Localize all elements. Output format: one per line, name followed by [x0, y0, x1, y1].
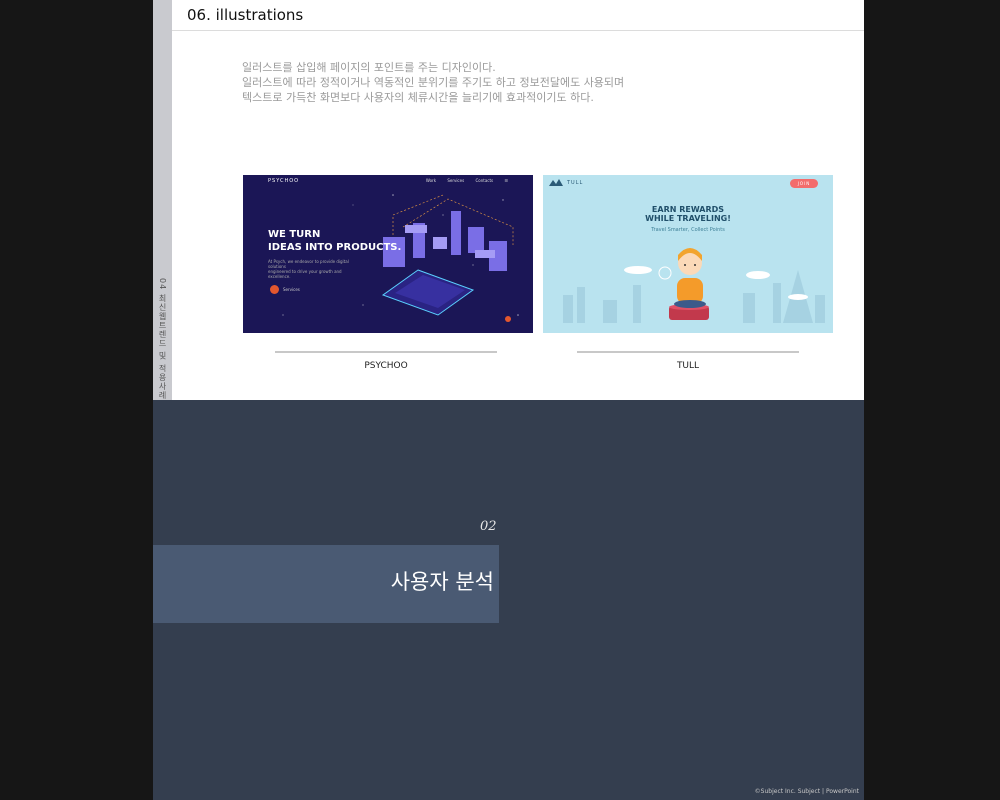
- caption-divider: [577, 351, 799, 353]
- menu-icon: ☰: [504, 178, 508, 183]
- description-line: 일러스트를 삽입해 페이지의 포인트를 주는 디자인이다.: [242, 61, 496, 74]
- psychoo-nav: Work Services Contacts ☰: [416, 178, 508, 183]
- psychoo-subtext: At Psych, we endeavor to provide digital…: [268, 259, 358, 279]
- caption-tull: TULL: [676, 361, 700, 371]
- tull-subtext: Travel Smarter, Collect Points: [651, 227, 725, 233]
- psychoo-subtext-line: At Psych, we endeavor to provide digital…: [268, 259, 349, 269]
- side-label: 04 최신웹트렌드 및 적용사례: [158, 278, 167, 400]
- tull-headline-line: EARN REWARDS: [651, 205, 725, 214]
- page-title: 06. illustrations: [187, 6, 304, 24]
- psychoo-nav-item: Services: [447, 178, 465, 183]
- tull-mountain-logo: [549, 179, 563, 186]
- psychoo-logo: PSYCHOO: [268, 178, 300, 184]
- tull-screenshot: TULL JOIN EARN REWARDS WHILE TRAVELING! …: [543, 175, 833, 333]
- section-number: 02: [480, 519, 497, 534]
- caption-psychoo: PSYCHOO: [364, 361, 408, 371]
- side-strip: 04 최신웹트렌드 및 적용사례: [153, 0, 172, 400]
- description: 일러스트를 삽입해 페이지의 포인트를 주는 디자인이다. 일러스트에 따라 정…: [242, 60, 624, 105]
- psychoo-illustration: [282, 194, 519, 322]
- section-title: 사용자 분석: [390, 570, 494, 594]
- description-line: 일러스트에 따라 정적이거나 역동적인 분위기를 주기도 하고 정보전달에도 사…: [242, 76, 625, 89]
- psychoo-nav-item: Contacts: [475, 178, 494, 183]
- psychoo-headline: WE TURN IDEAS INTO PRODUCTS.: [268, 228, 401, 254]
- copyright: ©Subject Inc. Subject | PowerPoint: [754, 788, 859, 795]
- caption-divider: [275, 351, 497, 353]
- tull-headline: EARN REWARDS WHILE TRAVELING!: [543, 205, 833, 223]
- title-divider: [172, 30, 864, 31]
- tull-illustration: [549, 179, 825, 323]
- section-slide: 02 사용자 분석 ©Subject Inc. Subject | PowerP…: [153, 400, 864, 800]
- tull-join-button: JOIN: [790, 179, 818, 188]
- psychoo-screenshot: PSYCHOO Work Services Contacts ☰ WE TURN…: [243, 175, 533, 333]
- psychoo-headline-line: IDEAS INTO PRODUCTS.: [268, 242, 402, 253]
- psychoo-subtext-line: engineered to drive your growth and exce…: [268, 269, 342, 279]
- description-line: 텍스트로 가득찬 화면보다 사용자의 체류시간을 늘리기에 효과적이기도 하다.: [242, 91, 594, 104]
- psychoo-headline-line: WE TURN: [268, 229, 321, 240]
- psychoo-nav-item: Work: [425, 178, 437, 183]
- psychoo-button-label: Services: [283, 287, 300, 292]
- tull-logo: TULL: [567, 180, 584, 186]
- slide-top: 04 최신웹트렌드 및 적용사례 06. illustrations 일러스트를…: [153, 0, 864, 400]
- tull-headline-line: WHILE TRAVELING!: [645, 214, 731, 223]
- section-band: 사용자 분석: [153, 545, 499, 623]
- psychoo-play-icon: [270, 285, 279, 294]
